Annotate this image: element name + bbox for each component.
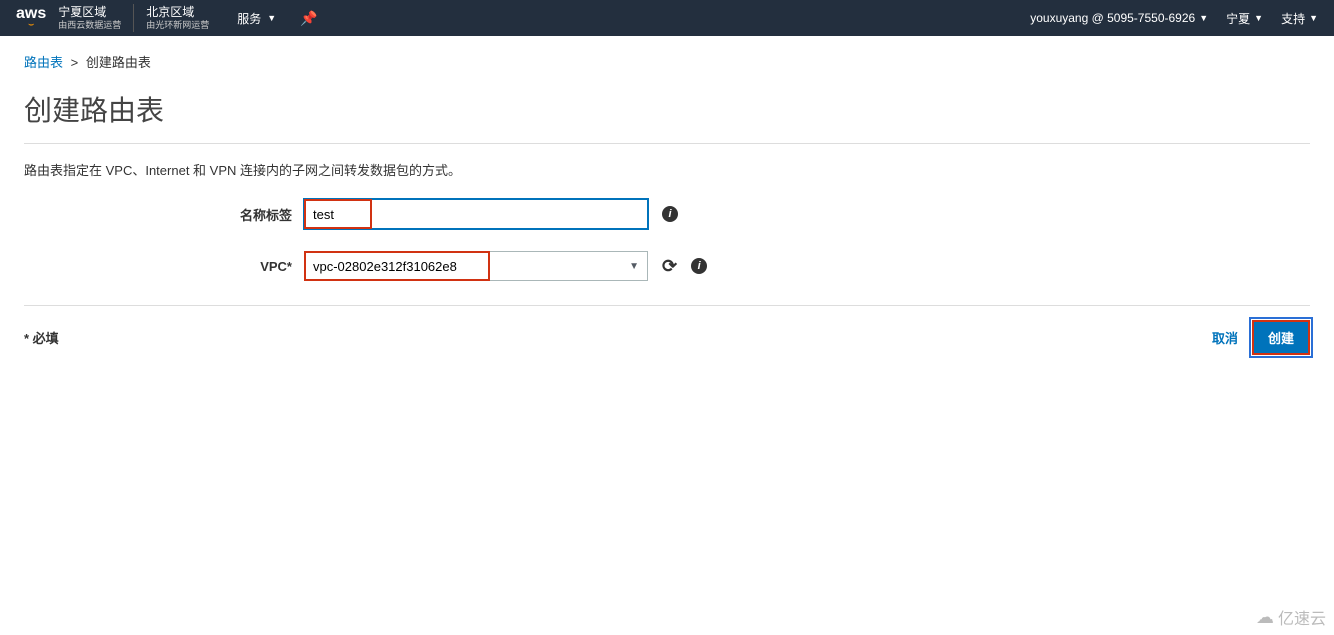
region-sub-label: 由西云数据运营 bbox=[58, 20, 121, 31]
account-menu[interactable]: youxuyang @ 5095-7550-6926 ▼ bbox=[1030, 11, 1208, 25]
region-short-label: 宁夏 bbox=[1226, 10, 1250, 27]
chevron-down-icon: ▼ bbox=[267, 13, 276, 23]
cloud-icon: ☁ bbox=[1256, 607, 1274, 628]
chevron-down-icon: ▼ bbox=[1254, 13, 1263, 23]
region-ningxia[interactable]: 宁夏区域 由西云数据运营 bbox=[58, 4, 133, 32]
region-beijing[interactable]: 北京区域 由光环新网运营 bbox=[133, 4, 221, 32]
services-label: 服务 bbox=[237, 10, 261, 27]
breadcrumb-separator: > bbox=[71, 55, 79, 70]
chevron-down-icon: ▼ bbox=[629, 261, 639, 272]
breadcrumb-current: 创建路由表 bbox=[86, 55, 151, 70]
form-row-name: 名称标签 i bbox=[24, 199, 1310, 229]
form-row-vpc: VPC* vpc-02802e312f31062e8 ▼ ⟳ i bbox=[24, 251, 1310, 281]
region-name-label: 北京区域 bbox=[146, 5, 209, 19]
region-sub-label: 由光环新网运营 bbox=[146, 20, 209, 31]
breadcrumb: 路由表 > 创建路由表 bbox=[24, 52, 1310, 71]
chevron-down-icon: ▼ bbox=[1309, 13, 1318, 23]
page-title: 创建路由表 bbox=[24, 89, 1310, 129]
pin-icon[interactable]: 📌 bbox=[300, 10, 317, 27]
vpc-select[interactable]: vpc-02802e312f31062e8 ▼ bbox=[304, 251, 648, 281]
info-icon[interactable]: i bbox=[691, 258, 707, 274]
chevron-down-icon: ▼ bbox=[1199, 13, 1208, 23]
region-name-label: 宁夏区域 bbox=[58, 5, 121, 19]
footer-divider bbox=[24, 305, 1310, 306]
create-button[interactable]: 创建 bbox=[1252, 320, 1310, 355]
watermark: ☁ 亿速云 bbox=[1256, 605, 1326, 629]
vpc-select-value: vpc-02802e312f31062e8 bbox=[313, 259, 457, 274]
region-selector[interactable]: 宁夏 ▼ bbox=[1226, 10, 1263, 27]
watermark-text: 亿速云 bbox=[1278, 605, 1326, 629]
page-description: 路由表指定在 VPC、Internet 和 VPN 连接内的子网之间转发数据包的… bbox=[24, 160, 1310, 179]
info-icon[interactable]: i bbox=[662, 206, 678, 222]
vpc-label: VPC* bbox=[24, 259, 304, 274]
footer-buttons: 取消 创建 bbox=[1212, 320, 1310, 355]
topnav-right: youxuyang @ 5095-7550-6926 ▼ 宁夏 ▼ 支持 ▼ bbox=[1030, 10, 1318, 27]
breadcrumb-link[interactable]: 路由表 bbox=[24, 55, 63, 70]
aws-logo[interactable]: aws ⌣ bbox=[16, 6, 46, 30]
name-label: 名称标签 bbox=[24, 205, 304, 224]
support-label: 支持 bbox=[1281, 10, 1305, 27]
required-note: * 必填 bbox=[24, 328, 59, 347]
aws-smile-icon: ⌣ bbox=[28, 20, 35, 30]
cancel-button[interactable]: 取消 bbox=[1212, 328, 1238, 347]
name-input[interactable] bbox=[304, 199, 648, 229]
services-menu[interactable]: 服务 ▼ bbox=[237, 10, 276, 27]
footer-row: * 必填 取消 创建 bbox=[24, 320, 1310, 355]
account-label: youxuyang @ 5095-7550-6926 bbox=[1030, 11, 1195, 25]
support-menu[interactable]: 支持 ▼ bbox=[1281, 10, 1318, 27]
main-content: 路由表 > 创建路由表 创建路由表 路由表指定在 VPC、Internet 和 … bbox=[0, 36, 1334, 371]
refresh-icon[interactable]: ⟳ bbox=[662, 256, 677, 277]
title-divider bbox=[24, 143, 1310, 144]
top-navigation: aws ⌣ 宁夏区域 由西云数据运营 北京区域 由光环新网运营 服务 ▼ 📌 y… bbox=[0, 0, 1334, 36]
